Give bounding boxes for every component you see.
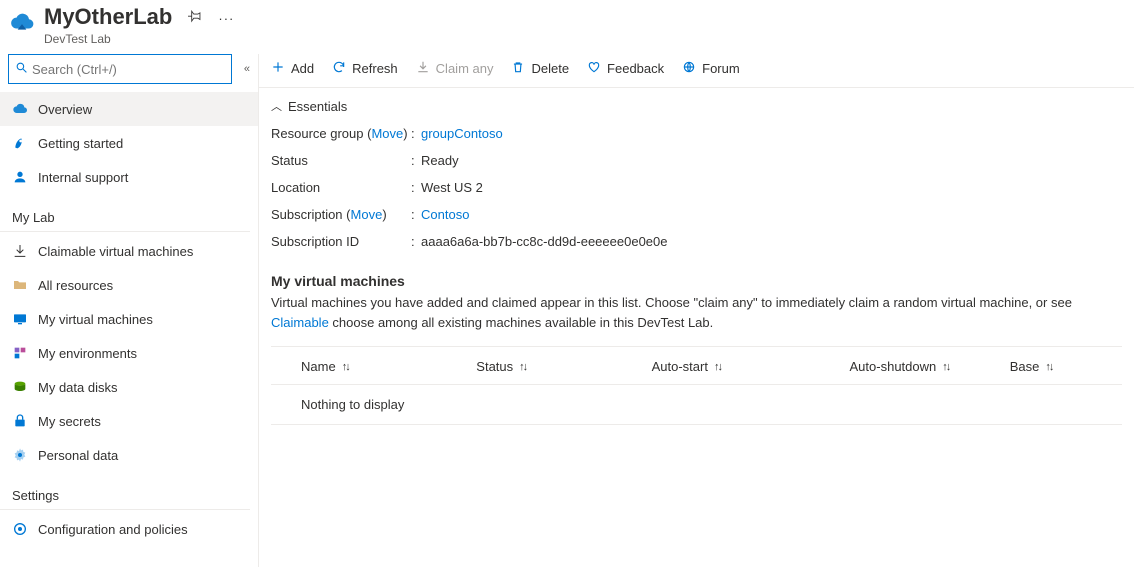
ess-rg-value[interactable]: groupContoso	[421, 126, 503, 141]
environment-icon	[12, 345, 28, 361]
search-icon	[15, 61, 28, 77]
toolbar-label: Delete	[531, 61, 569, 76]
toolbar-label: Claim any	[436, 61, 494, 76]
col-autoshutdown[interactable]: Auto-shutdown↑↓	[850, 359, 1010, 374]
page-title: MyOtherLab	[44, 4, 172, 30]
ess-location-label: Location	[271, 180, 411, 195]
toolbar-add[interactable]: Add	[271, 60, 314, 77]
disk-icon	[12, 379, 28, 395]
sort-icon: ↑↓	[342, 361, 349, 373]
nav-personal-data[interactable]: Personal data	[0, 438, 258, 472]
toolbar-label: Feedback	[607, 61, 664, 76]
col-name[interactable]: Name↑↓	[301, 359, 476, 374]
nav-label: Claimable virtual machines	[38, 244, 193, 259]
refresh-icon	[332, 60, 346, 77]
toolbar-forum[interactable]: Forum	[682, 60, 740, 77]
vm-section-desc: Virtual machines you have added and clai…	[271, 293, 1122, 332]
heart-icon	[587, 60, 601, 77]
sort-icon: ↑↓	[942, 361, 949, 373]
nav-label: Getting started	[38, 136, 123, 151]
nav-label: Internal support	[38, 170, 128, 185]
ess-subid-value: aaaa6a6a-bb7b-cc8c-dd9d-eeeeee0e0e0e	[421, 234, 668, 249]
rocket-icon	[12, 135, 28, 151]
nav-group-settings: Settings	[0, 476, 250, 510]
support-icon	[12, 169, 28, 185]
ess-status-label: Status	[271, 153, 411, 168]
nav-config-policies[interactable]: Configuration and policies	[0, 512, 258, 546]
pin-icon[interactable]	[188, 10, 202, 27]
nav-label: My environments	[38, 346, 137, 361]
nav-label: Configuration and policies	[38, 522, 188, 537]
resource-lab-icon	[8, 8, 36, 36]
nav-label: Personal data	[38, 448, 118, 463]
trash-icon	[511, 60, 525, 77]
toolbar-delete[interactable]: Delete	[511, 60, 569, 77]
search-input[interactable]	[32, 62, 225, 77]
ess-sub-value[interactable]: Contoso	[421, 207, 469, 222]
essentials-toggle[interactable]: ︿ Essentials	[259, 88, 1134, 120]
toolbar-refresh[interactable]: Refresh	[332, 60, 398, 77]
nav-internal-support[interactable]: Internal support	[0, 160, 258, 194]
vm-section-title: My virtual machines	[271, 273, 1122, 289]
ess-sub-label: Subscription (Move)	[271, 207, 411, 222]
ess-status-value: Ready	[421, 153, 459, 168]
resource-type: DevTest Lab	[44, 32, 172, 46]
ess-location-value: West US 2	[421, 180, 483, 195]
nav-label: My data disks	[38, 380, 117, 395]
nav-label: Overview	[38, 102, 92, 117]
nav-all-resources[interactable]: All resources	[0, 268, 258, 302]
more-icon[interactable]: ···	[218, 11, 234, 26]
collapse-sidebar-icon[interactable]: «	[244, 63, 250, 75]
ess-rg-label: Resource group (Move)	[271, 126, 411, 141]
secrets-icon	[12, 413, 28, 429]
col-status[interactable]: Status↑↓	[476, 359, 651, 374]
gear-icon	[12, 521, 28, 537]
nav-my-vms[interactable]: My virtual machines	[0, 302, 258, 336]
toolbar-label: Add	[291, 61, 314, 76]
move-rg-link[interactable]: Move	[371, 126, 403, 141]
folder-icon	[12, 277, 28, 293]
col-base[interactable]: Base↑↓	[1010, 359, 1104, 374]
globe-icon	[682, 60, 696, 77]
sidebar-search[interactable]	[8, 54, 232, 84]
toolbar-claim-any: Claim any	[416, 60, 494, 77]
sort-icon: ↑↓	[1045, 361, 1052, 373]
col-autostart[interactable]: Auto-start↑↓	[652, 359, 850, 374]
nav-my-secrets[interactable]: My secrets	[0, 404, 258, 438]
nav-label: All resources	[38, 278, 113, 293]
nav-getting-started[interactable]: Getting started	[0, 126, 258, 160]
lab-icon	[12, 101, 28, 117]
sort-icon: ↑↓	[519, 361, 526, 373]
nav-claimable-vms[interactable]: Claimable virtual machines	[0, 234, 258, 268]
nav-label: My secrets	[38, 414, 101, 429]
nav-group-mylab: My Lab	[0, 198, 250, 232]
nav-label: My virtual machines	[38, 312, 153, 327]
toolbar-feedback[interactable]: Feedback	[587, 60, 664, 77]
essentials-title: Essentials	[288, 99, 347, 114]
toolbar-label: Forum	[702, 61, 740, 76]
ess-subid-label: Subscription ID	[271, 234, 411, 249]
nav-overview[interactable]: Overview	[0, 92, 258, 126]
nav-my-environments[interactable]: My environments	[0, 336, 258, 370]
claimable-link[interactable]: Claimable	[271, 315, 329, 330]
move-sub-link[interactable]: Move	[351, 207, 383, 222]
nav-my-data-disks[interactable]: My data disks	[0, 370, 258, 404]
vm-icon	[12, 311, 28, 327]
plus-icon	[271, 60, 285, 77]
gear-icon	[12, 447, 28, 463]
download-icon	[416, 60, 430, 77]
toolbar-label: Refresh	[352, 61, 398, 76]
download-icon	[12, 243, 28, 259]
table-empty: Nothing to display	[271, 385, 1122, 425]
sort-icon: ↑↓	[714, 361, 721, 373]
chevron-up-icon: ︿	[271, 98, 282, 114]
